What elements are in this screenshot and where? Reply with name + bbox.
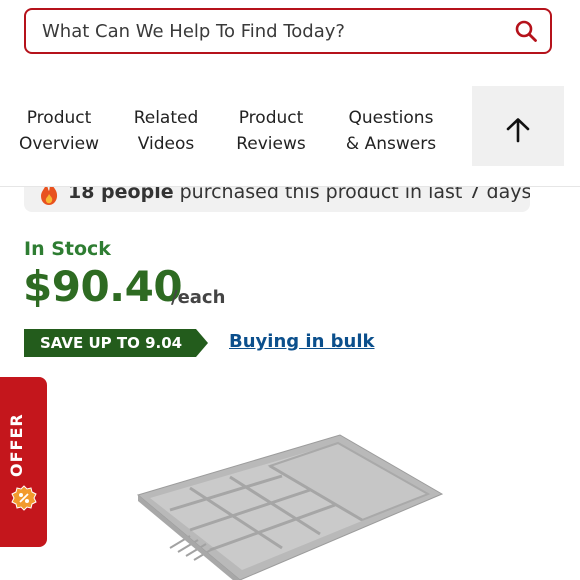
tab-label-line2: Overview (18, 134, 100, 154)
tab-label-line1: Product (26, 108, 92, 128)
tab-label-line2: & Answers (345, 134, 437, 154)
back-to-top-button[interactable] (472, 86, 564, 174)
offer-side-tab[interactable]: OFFER (0, 377, 47, 547)
save-up-tag: SAVE UP TO 9.04 (24, 329, 209, 357)
search-icon (515, 20, 537, 42)
buying-in-bulk-link[interactable]: Buying in bulk (229, 331, 375, 352)
arrow-up-icon (506, 118, 530, 143)
tab-questions-answers[interactable]: Questions & Answers (332, 86, 450, 176)
product-image (136, 434, 444, 580)
discount-badge-icon (11, 485, 37, 511)
product-page: Product Overview Related Videos Product … (0, 0, 580, 580)
stock-status: In Stock (24, 238, 111, 260)
tab-label-line1: Product (238, 108, 304, 128)
tag-arrow (196, 329, 209, 357)
search-bar (24, 8, 552, 54)
tabs-divider (0, 186, 580, 187)
tab-related-videos[interactable]: Related Videos (120, 86, 212, 176)
search-input[interactable] (26, 10, 502, 52)
sticky-header-cover (0, 166, 580, 187)
price-amount: $90.40 (23, 262, 183, 311)
save-up-label: SAVE UP TO 9.04 (24, 329, 197, 357)
price-unit: /each (171, 287, 226, 308)
search-button[interactable] (502, 10, 550, 52)
tab-label-line1: Related (133, 108, 199, 128)
tab-product-reviews[interactable]: Product Reviews (226, 86, 316, 176)
offer-label: OFFER (7, 413, 26, 477)
tab-label-line2: Videos (137, 134, 195, 154)
tab-label-line2: Reviews (236, 134, 306, 154)
tab-label-line1: Questions (348, 108, 434, 128)
tab-product-overview[interactable]: Product Overview (8, 86, 110, 176)
product-tabs: Product Overview Related Videos Product … (0, 86, 580, 176)
